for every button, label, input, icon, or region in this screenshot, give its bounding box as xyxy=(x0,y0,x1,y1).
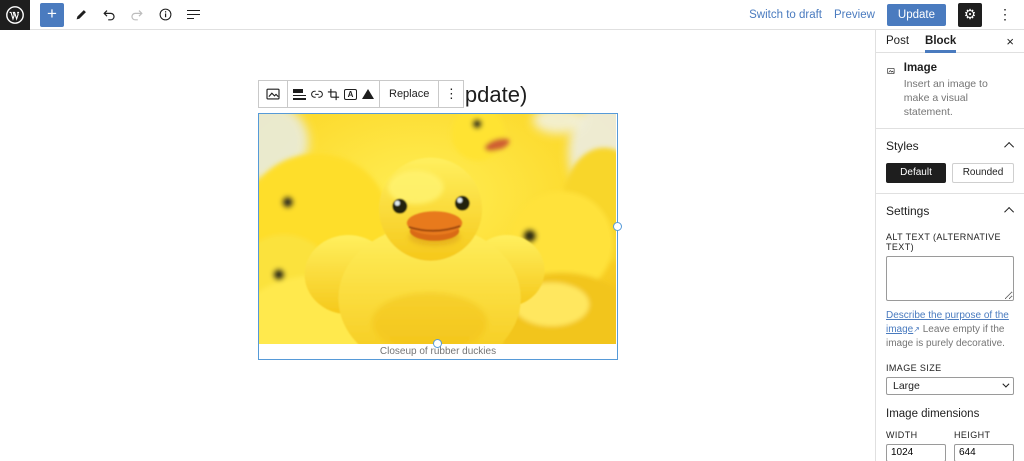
tab-block[interactable]: Block xyxy=(925,30,956,53)
text-over-image-icon[interactable]: A xyxy=(342,81,359,107)
wordpress-logo-icon[interactable] xyxy=(0,0,30,30)
image-size-select[interactable]: Large xyxy=(886,377,1014,395)
header-tools: + xyxy=(30,3,204,27)
close-sidebar-icon[interactable]: × xyxy=(1006,34,1014,49)
resize-handle-right[interactable] xyxy=(613,222,622,231)
replace-button[interactable]: Replace xyxy=(380,81,438,107)
alt-text-help: Describe the purpose of the image↗ Leave… xyxy=(886,309,1014,351)
duotone-filter-icon[interactable] xyxy=(359,81,376,107)
link-icon[interactable] xyxy=(308,81,325,107)
resize-handle-bottom[interactable] xyxy=(433,339,442,348)
chevron-up-icon xyxy=(1004,142,1014,152)
align-icon[interactable] xyxy=(291,81,308,107)
update-button[interactable]: Update xyxy=(887,4,946,26)
tab-post[interactable]: Post xyxy=(886,30,909,53)
sidebar-tabs: Post Block × xyxy=(876,30,1024,53)
block-card-description: Insert an image to make a visual stateme… xyxy=(904,77,1014,120)
header-actions: Switch to draft Preview Update ⚙ ⋮ xyxy=(749,3,1024,27)
image-block-type-button[interactable] xyxy=(259,81,288,107)
height-label: HEIGHT xyxy=(954,430,1014,440)
height-field[interactable] xyxy=(954,444,1014,461)
switch-to-draft-button[interactable]: Switch to draft xyxy=(749,9,822,21)
details-info-icon[interactable] xyxy=(154,3,176,27)
settings-sidebar: Post Block × Image Insert an image to ma… xyxy=(875,30,1024,461)
edit-mode-pencil-icon[interactable] xyxy=(70,3,92,27)
redo-icon[interactable] xyxy=(126,3,148,27)
options-menu-icon[interactable]: ⋮ xyxy=(994,6,1016,23)
external-link-icon: ↗ xyxy=(913,325,920,334)
image-size-value: Large xyxy=(893,380,920,392)
chevron-down-icon xyxy=(1002,381,1009,388)
styles-panel: Styles Default Rounded xyxy=(876,129,1024,194)
undo-icon[interactable] xyxy=(98,3,120,27)
image-block-toolbar: A Replace ⋮ xyxy=(258,80,464,108)
chevron-up-icon xyxy=(1004,207,1014,217)
crop-icon[interactable] xyxy=(325,81,342,107)
editor-top-bar: + Switch to draft Preview Update ⚙ ⋮ xyxy=(0,0,1024,30)
preview-button[interactable]: Preview xyxy=(834,9,875,21)
width-label: WIDTH xyxy=(886,430,946,440)
image-size-label: IMAGE SIZE xyxy=(886,363,1014,373)
block-card-title: Image xyxy=(904,62,1014,74)
image-block-icon xyxy=(886,62,896,80)
block-options-icon[interactable]: ⋮ xyxy=(439,81,463,107)
block-card: Image Insert an image to make a visual s… xyxy=(876,53,1024,129)
rubber-duckies-photo xyxy=(259,114,616,344)
width-field[interactable] xyxy=(886,444,946,461)
image-dimensions-label: Image dimensions xyxy=(886,408,1014,420)
settings-gear-icon[interactable]: ⚙ xyxy=(958,3,982,27)
settings-panel-header[interactable]: Settings xyxy=(886,202,1014,220)
alt-text-label: ALT TEXT (ALTERNATIVE TEXT) xyxy=(886,232,1014,252)
toolbar-controls: A xyxy=(288,81,379,107)
styles-panel-header[interactable]: Styles xyxy=(886,137,1014,155)
style-default-button[interactable]: Default xyxy=(886,163,946,183)
image-block[interactable]: Closeup of rubber duckies xyxy=(258,113,618,360)
settings-panel: Settings ALT TEXT (ALTERNATIVE TEXT) Des… xyxy=(876,194,1024,461)
settings-panel-title: Settings xyxy=(886,204,929,218)
dimension-fields: WIDTH HEIGHT xyxy=(886,420,1014,461)
gutenberg-editor: + Switch to draft Preview Update ⚙ ⋮ xyxy=(0,0,1024,461)
style-rounded-button[interactable]: Rounded xyxy=(952,163,1014,183)
editor-canvas: Update) A xyxy=(0,30,875,461)
block-inserter-button[interactable]: + xyxy=(40,3,64,27)
styles-panel-title: Styles xyxy=(886,139,919,153)
alt-text-input[interactable] xyxy=(886,256,1014,301)
style-options: Default Rounded xyxy=(886,163,1014,183)
list-view-icon[interactable] xyxy=(182,3,204,27)
